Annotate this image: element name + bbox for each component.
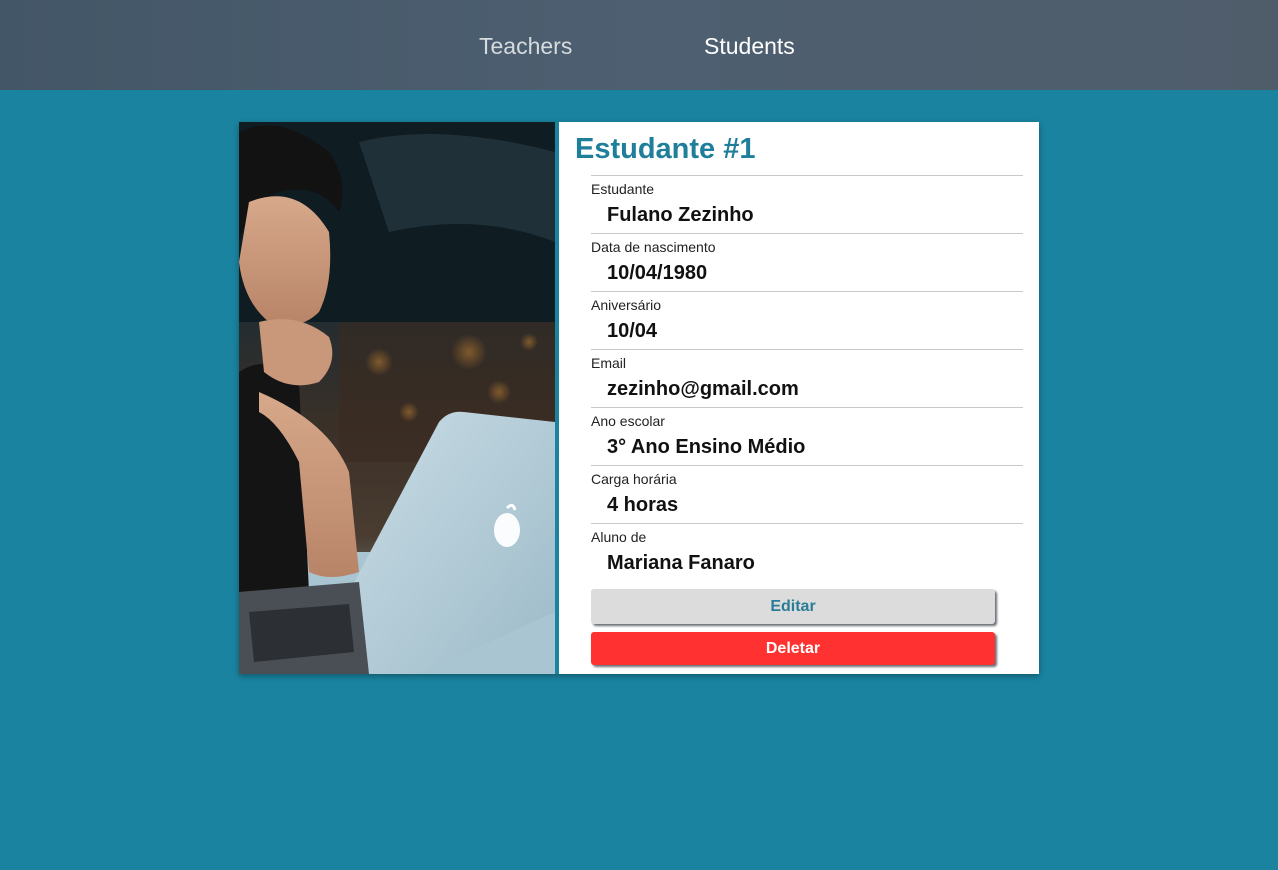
field-value: 4 horas: [607, 494, 679, 516]
field-birth-date: Data de nascimento 10/04/1980: [591, 233, 1023, 291]
student-photo: [239, 122, 555, 674]
nav-link-teachers[interactable]: Teachers: [479, 30, 572, 63]
delete-button[interactable]: Deletar: [591, 632, 995, 665]
field-label: Data de nascimento: [591, 239, 716, 255]
field-value: zezinho@gmail.com: [607, 378, 799, 400]
edit-button[interactable]: Editar: [591, 589, 995, 624]
field-student: Estudante Fulano Zezinho: [591, 175, 1023, 233]
top-nav-bar: Teachers Students: [0, 0, 1278, 90]
field-student-of: Aluno de Mariana Fanaro: [591, 523, 1023, 581]
field-label: Aniversário: [591, 297, 662, 313]
nav-link-students[interactable]: Students: [704, 30, 795, 63]
field-value: 10/04: [607, 320, 658, 342]
card-title: Estudante #1: [575, 133, 756, 165]
student-details: Estudante #1 Estudante Fulano Zezinho Da…: [559, 122, 1039, 674]
field-email: Email zezinho@gmail.com: [591, 349, 1023, 407]
field-label: Ano escolar: [591, 413, 665, 429]
field-label: Aluno de: [591, 529, 647, 545]
field-value: Mariana Fanaro: [607, 552, 755, 574]
field-value: 10/04/1980: [607, 262, 708, 284]
field-school-year: Ano escolar 3° Ano Ensino Médio: [591, 407, 1023, 465]
field-value: Fulano Zezinho: [607, 204, 754, 226]
field-birthday: Aniversário 10/04: [591, 291, 1023, 349]
field-label: Estudante: [591, 181, 655, 197]
field-workload: Carga horária 4 horas: [591, 465, 1023, 523]
student-photo-illustration: [239, 122, 555, 674]
student-card: Estudante #1 Estudante Fulano Zezinho Da…: [239, 122, 1039, 674]
field-label: Carga horária: [591, 471, 677, 487]
field-label: Email: [591, 355, 627, 371]
field-value: 3° Ano Ensino Médio: [607, 436, 806, 458]
